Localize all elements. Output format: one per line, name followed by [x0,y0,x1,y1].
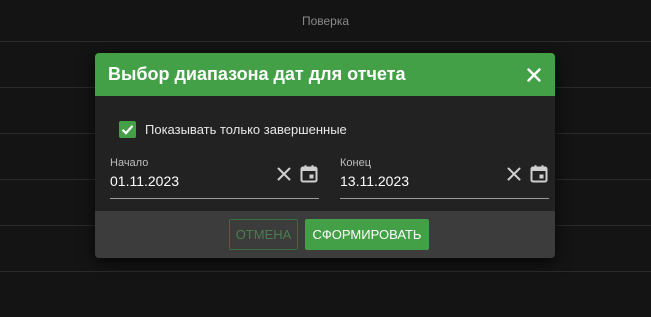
end-date-label: Конец [340,157,372,169]
start-date-field[interactable]: Начало 01.11.2023 [110,157,319,199]
clear-icon[interactable] [276,166,292,182]
dialog-footer: ОТМЕНА СФОРМИРОВАТЬ [95,211,555,258]
start-date-label: Начало [110,157,149,169]
cancel-button[interactable]: ОТМЕНА [229,219,298,250]
end-date-field[interactable]: Конец 13.11.2023 [340,157,549,199]
end-date-value[interactable]: 13.11.2023 [340,173,409,189]
table-row [0,271,651,317]
completed-only-checkbox[interactable] [119,121,136,138]
completed-only-checkbox-row[interactable]: Показывать только завершенные [119,121,347,138]
completed-only-label: Показывать только завершенные [145,122,347,137]
clear-icon[interactable] [506,166,522,182]
calendar-icon[interactable] [299,164,319,184]
generate-report-button[interactable]: СФОРМИРОВАТЬ [305,219,429,250]
background-page-title: Поверка [301,13,350,28]
close-icon[interactable] [525,66,543,84]
date-range-dialog: Выбор диапазона дат для отчета Показыват… [95,53,555,258]
dialog-title: Выбор диапазона дат для отчета [108,64,406,84]
dialog-header: Выбор диапазона дат для отчета [95,53,555,96]
calendar-icon[interactable] [529,164,549,184]
start-date-value[interactable]: 01.11.2023 [110,173,179,189]
